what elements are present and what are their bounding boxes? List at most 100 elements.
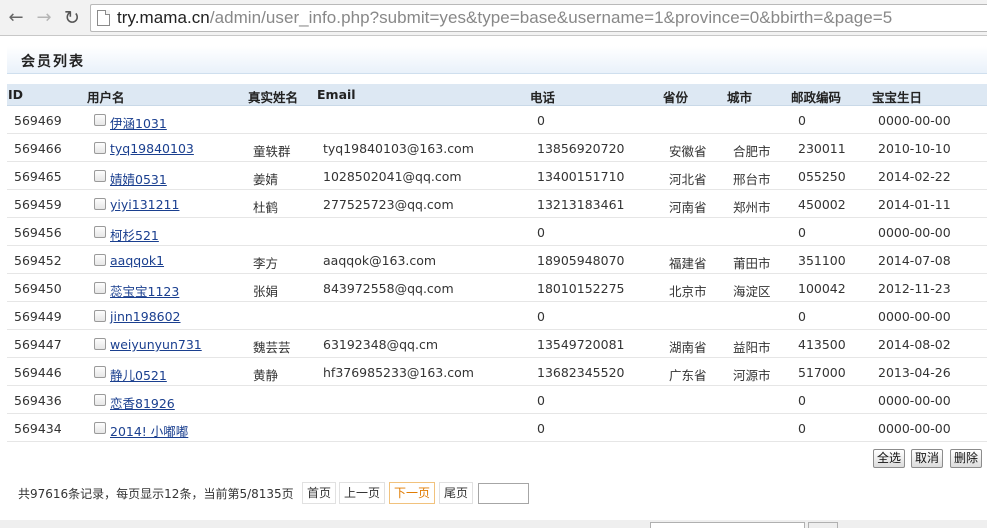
delete-button[interactable]: 删除 bbox=[950, 449, 983, 468]
table-row: 569466 tyq19840103 童轶群 tyq19840103@163.com 1… bbox=[7, 134, 987, 162]
row-checkbox[interactable] bbox=[94, 366, 106, 378]
row-province: 河南省 bbox=[669, 200, 707, 215]
table-row: 569434 2014! 小嘟嘟 0 0 0000-00-00 bbox=[7, 414, 987, 442]
reload-icon[interactable]: ↻ bbox=[62, 8, 82, 28]
row-province: 广东省 bbox=[669, 368, 707, 383]
table-row: 569469 伊涵1031 0 0 0000-00-00 bbox=[7, 106, 987, 134]
row-city: 河源市 bbox=[733, 368, 771, 383]
row-id: 569459 bbox=[14, 197, 62, 212]
next-page-link[interactable]: 下一页 bbox=[389, 482, 436, 504]
back-arrow-icon[interactable]: ← bbox=[6, 8, 26, 28]
row-checkbox[interactable] bbox=[94, 170, 106, 182]
row-checkbox[interactable] bbox=[94, 198, 106, 210]
row-zip: 230011 bbox=[798, 141, 846, 156]
row-username[interactable]: jinn198602 bbox=[110, 309, 181, 324]
row-checkbox[interactable] bbox=[94, 282, 106, 294]
row-id: 569466 bbox=[14, 141, 62, 156]
row-id: 569456 bbox=[14, 225, 62, 240]
row-id: 569447 bbox=[14, 337, 62, 352]
row-id: 569452 bbox=[14, 253, 62, 268]
row-username[interactable]: tyq19840103 bbox=[110, 141, 194, 156]
row-username[interactable]: 恋香81926 bbox=[110, 393, 175, 412]
row-zip: 0 bbox=[798, 113, 806, 128]
row-city: 海淀区 bbox=[733, 284, 771, 299]
col-zip: 邮政编码 bbox=[791, 90, 842, 105]
row-realname: 杜鹤 bbox=[253, 200, 279, 215]
row-username[interactable]: 柯杉521 bbox=[110, 225, 159, 244]
row-username[interactable]: yiyi131211 bbox=[110, 197, 179, 212]
prev-page-link[interactable]: 上一页 bbox=[339, 482, 386, 504]
member-table: ID 用户名 真实姓名 Email 电话 省份 城市 邮政编码 宝宝生日 569… bbox=[7, 84, 987, 442]
table-row: 569446 静儿0521 黄静 hf376985233@163.com 1368234… bbox=[7, 358, 987, 386]
row-id: 569449 bbox=[14, 309, 62, 324]
url-path: /admin/user_info.php?submit=yes&type=bas… bbox=[209, 8, 893, 27]
row-checkbox[interactable] bbox=[94, 394, 106, 406]
row-username[interactable]: 蕊宝宝1123 bbox=[110, 281, 179, 300]
row-email: 63192348@qq.cm bbox=[323, 337, 439, 352]
row-province: 河北省 bbox=[669, 172, 707, 187]
select-all-button[interactable]: 全选 bbox=[873, 449, 906, 468]
cancel-button[interactable]: 取消 bbox=[911, 449, 944, 468]
row-zip: 0 bbox=[798, 393, 806, 408]
row-city: 合肥市 bbox=[733, 144, 771, 159]
row-phone: 13682345520 bbox=[537, 365, 625, 380]
row-username[interactable]: 伊涵1031 bbox=[110, 113, 167, 132]
row-birthday: 0000-00-00 bbox=[878, 113, 951, 128]
row-id: 569436 bbox=[14, 393, 62, 408]
row-email: 843972558@qq.com bbox=[323, 281, 454, 296]
row-username[interactable]: 2014! 小嘟嘟 bbox=[110, 421, 188, 440]
table-row: 569436 恋香81926 0 0 0000-00-00 bbox=[7, 386, 987, 414]
address-bar[interactable]: try.mama.cn/admin/user_info.php?submit=y… bbox=[90, 4, 987, 32]
col-birthday: 宝宝生日 bbox=[872, 90, 923, 105]
row-email: tyq19840103@163.com bbox=[323, 141, 474, 156]
row-birthday: 2014-02-22 bbox=[878, 169, 951, 184]
row-city: 郑州市 bbox=[733, 200, 771, 215]
page-jump-input[interactable] bbox=[478, 483, 529, 504]
col-phone: 电话 bbox=[530, 90, 556, 105]
first-page-link[interactable]: 首页 bbox=[302, 482, 337, 504]
row-zip: 450002 bbox=[798, 197, 846, 212]
row-zip: 0 bbox=[798, 225, 806, 240]
row-city: 益阳市 bbox=[733, 340, 771, 355]
row-username[interactable]: weiyunyun731 bbox=[110, 337, 202, 352]
row-checkbox[interactable] bbox=[94, 254, 106, 266]
table-row: 569447 weiyunyun731 魏芸芸 63192348@qq.cm 13549… bbox=[7, 330, 987, 358]
row-checkbox[interactable] bbox=[94, 338, 106, 350]
row-checkbox[interactable] bbox=[94, 310, 106, 322]
bottom-input[interactable] bbox=[650, 522, 805, 528]
row-username[interactable]: aaqqok1 bbox=[110, 253, 164, 268]
forward-arrow-icon[interactable]: → bbox=[34, 8, 54, 28]
col-username: 用户名 bbox=[87, 90, 125, 105]
row-username[interactable]: 静儿0521 bbox=[110, 365, 167, 384]
row-checkbox[interactable] bbox=[94, 114, 106, 126]
browser-toolbar: ← → ↻ try.mama.cn/admin/user_info.php?su… bbox=[0, 0, 987, 36]
row-checkbox[interactable] bbox=[94, 422, 106, 434]
row-city: 莆田市 bbox=[733, 256, 771, 271]
row-id: 569446 bbox=[14, 365, 62, 380]
last-page-link[interactable]: 尾页 bbox=[439, 482, 474, 504]
row-checkbox[interactable] bbox=[94, 226, 106, 238]
row-id: 569434 bbox=[14, 421, 62, 436]
row-realname: 姜婧 bbox=[253, 172, 279, 187]
table-row: 569465 婧婧0531 姜婧 1028502041@qq.com 134001517… bbox=[7, 162, 987, 190]
row-username[interactable]: 婧婧0531 bbox=[110, 169, 167, 188]
url-text[interactable]: try.mama.cn/admin/user_info.php?submit=y… bbox=[117, 8, 892, 28]
row-email: 1028502041@qq.com bbox=[323, 169, 462, 184]
bottom-button[interactable] bbox=[808, 522, 838, 528]
row-phone: 0 bbox=[537, 113, 545, 128]
pagination-info: 共97616条记录，每页显示12条，当前第5/8135页 bbox=[18, 487, 294, 501]
row-birthday: 2014-08-02 bbox=[878, 337, 951, 352]
section-title: 会员列表 bbox=[21, 54, 85, 70]
col-province: 省份 bbox=[663, 90, 689, 105]
row-zip: 517000 bbox=[798, 365, 846, 380]
row-province: 安徽省 bbox=[669, 144, 707, 159]
url-host: try.mama.cn bbox=[117, 8, 210, 27]
table-header: ID 用户名 真实姓名 Email 电话 省份 城市 邮政编码 宝宝生日 bbox=[7, 84, 987, 106]
row-zip: 0 bbox=[798, 421, 806, 436]
row-phone: 18010152275 bbox=[537, 281, 625, 296]
row-province: 福建省 bbox=[669, 256, 707, 271]
row-province: 北京市 bbox=[669, 284, 707, 299]
row-zip: 100042 bbox=[798, 281, 846, 296]
row-checkbox[interactable] bbox=[94, 142, 106, 154]
row-zip: 413500 bbox=[798, 337, 846, 352]
